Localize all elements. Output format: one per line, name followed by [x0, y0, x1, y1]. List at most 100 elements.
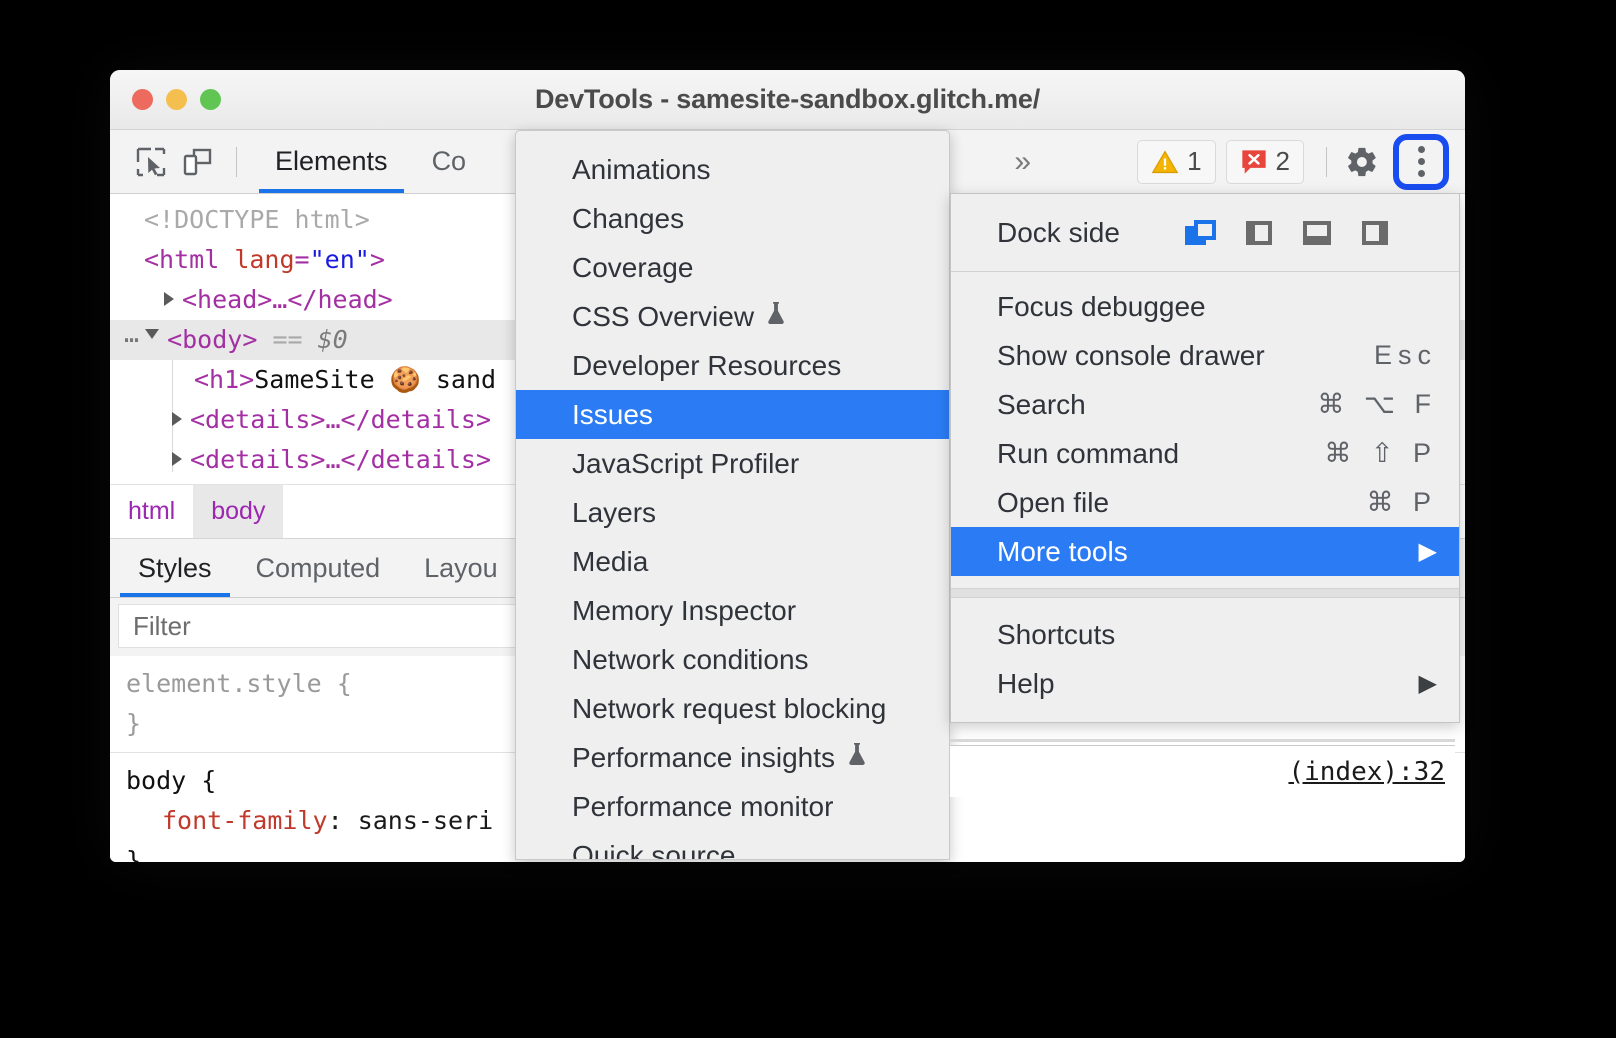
- error-count-badge[interactable]: 2: [1226, 140, 1304, 184]
- dock-side-label: Dock side: [997, 217, 1120, 249]
- dock-right-icon[interactable]: [1346, 211, 1404, 255]
- chevron-right-icon-help: ▶: [1419, 669, 1437, 698]
- css-close-brace-0: }: [126, 709, 141, 738]
- warning-icon: [1151, 148, 1179, 176]
- menu-item-network-request-blocking[interactable]: Network request blocking: [516, 684, 949, 733]
- undock-icon[interactable]: [1172, 211, 1230, 255]
- menu-item-media-label: Media: [572, 546, 648, 578]
- menu-item-search[interactable]: Search ⌘ ⌥ F: [951, 380, 1459, 429]
- css-value-font-family[interactable]: sans-seri: [358, 806, 493, 835]
- overflow-chevron-icon[interactable]: »: [1014, 147, 1031, 177]
- menu-item-shortcuts[interactable]: Shortcuts: [951, 610, 1459, 659]
- window-title: DevTools - samesite-sandbox.glitch.me/: [110, 84, 1465, 115]
- menu-item-css-overview[interactable]: CSS Overview: [516, 292, 949, 341]
- menu-item-issues[interactable]: Issues: [516, 390, 949, 439]
- tab-computed[interactable]: Computed: [234, 539, 403, 597]
- dom-h1-open: <h1>: [194, 365, 254, 394]
- menu-item-network-conditions-label: Network conditions: [572, 644, 809, 676]
- tab-console[interactable]: Co: [410, 130, 489, 193]
- toolbar-divider-2: [1326, 147, 1327, 177]
- menu-item-network-request-blocking-label: Network request blocking: [572, 693, 886, 725]
- menu-item-changes-label: Changes: [572, 203, 684, 235]
- menu-item-quick-source[interactable]: Quick source: [516, 831, 949, 860]
- menu-item-help[interactable]: Help ▶: [951, 659, 1459, 708]
- panel-tabs: Elements Co: [253, 130, 488, 193]
- warning-count-badge[interactable]: 1: [1137, 140, 1215, 184]
- tab-layout[interactable]: Layou: [402, 539, 520, 597]
- menu-item-animations[interactable]: Animations: [516, 145, 949, 194]
- menu-item-show-console-drawer[interactable]: Show console drawer Esc: [951, 331, 1459, 380]
- menu-item-focus-debuggee[interactable]: Focus debuggee: [951, 282, 1459, 331]
- expand-triangle-icon[interactable]: [172, 412, 182, 426]
- menu-item-issues-label: Issues: [572, 399, 653, 431]
- dom-html-close-bracket: >: [370, 245, 385, 274]
- menu-item-open-file[interactable]: Open file ⌘ P: [951, 478, 1459, 527]
- focus-highlight-ring: [1393, 134, 1449, 190]
- css-selector-element-style: element.style {: [126, 669, 352, 698]
- source-link[interactable]: (index):32: [1288, 757, 1445, 787]
- tab-elements-label: Elements: [275, 146, 388, 177]
- menu-item-coverage[interactable]: Coverage: [516, 243, 949, 292]
- tab-console-label: Co: [432, 146, 467, 177]
- menu-item-memory-inspector[interactable]: Memory Inspector: [516, 586, 949, 635]
- menu-item-developer-resources[interactable]: Developer Resources: [516, 341, 949, 390]
- toolbar-divider: [236, 147, 237, 177]
- menu-item-changes[interactable]: Changes: [516, 194, 949, 243]
- dock-bottom-icon[interactable]: [1288, 211, 1346, 255]
- collapse-triangle-icon[interactable]: [145, 329, 159, 346]
- menu-item-quick-source-label: Quick source: [572, 840, 735, 861]
- dock-left-icon[interactable]: [1230, 211, 1288, 255]
- breadcrumb-item-html[interactable]: html: [110, 485, 193, 538]
- menu-item-more-tools[interactable]: More tools ▶: [951, 527, 1459, 576]
- menu-item-open-file-label: Open file: [997, 487, 1109, 519]
- screenshot-stage: DevTools - samesite-sandbox.glitch.me/ E…: [0, 0, 1616, 1038]
- menu-item-coverage-label: Coverage: [572, 252, 693, 284]
- menu-item-shortcuts-label: Shortcuts: [997, 619, 1115, 651]
- menu-item-media[interactable]: Media: [516, 537, 949, 586]
- dom-badge-ellipsis[interactable]: ⋯: [124, 325, 141, 354]
- main-menu-group-1: Focus debuggee Show console drawer Esc S…: [951, 272, 1459, 588]
- inspect-cursor-icon[interactable]: [128, 139, 174, 185]
- menu-item-layers[interactable]: Layers: [516, 488, 949, 537]
- menu-item-network-conditions[interactable]: Network conditions: [516, 635, 949, 684]
- styles-filter-placeholder: Filter: [133, 611, 191, 642]
- menu-item-run-command-shortcut: ⌘ ⇧ P: [1324, 438, 1437, 469]
- dom-html-attr-value: "en": [310, 245, 370, 274]
- device-toolbar-icon[interactable]: [174, 139, 220, 185]
- menu-item-performance-monitor[interactable]: Performance monitor: [516, 782, 949, 831]
- menu-item-performance-insights[interactable]: Performance insights: [516, 733, 949, 782]
- console-source-footer: (index):32: [950, 745, 1455, 797]
- experimental-flask-icon: [764, 300, 788, 333]
- experimental-flask-icon: [845, 741, 869, 774]
- css-property-font-family[interactable]: font-family: [126, 806, 328, 835]
- breadcrumb-item-body[interactable]: body: [193, 485, 283, 538]
- toolbar-right-group: » 1 2: [1014, 130, 1465, 193]
- more-options-button[interactable]: [1393, 134, 1449, 190]
- menu-item-animations-label: Animations: [572, 154, 711, 186]
- tab-styles-label: Styles: [138, 553, 212, 584]
- css-selector-body: body {: [126, 766, 216, 795]
- menu-item-search-label: Search: [997, 389, 1086, 421]
- more-tools-submenu: Animations Changes Coverage CSS Overview…: [515, 130, 950, 860]
- menu-item-javascript-profiler[interactable]: JavaScript Profiler: [516, 439, 949, 488]
- menu-item-focus-debuggee-label: Focus debuggee: [997, 291, 1206, 323]
- expand-triangle-icon[interactable]: [164, 292, 174, 306]
- dom-html-attr-eq: =: [295, 245, 310, 274]
- footer-divider: [950, 739, 1455, 742]
- menu-item-run-command[interactable]: Run command ⌘ ⇧ P: [951, 429, 1459, 478]
- menu-item-memory-inspector-label: Memory Inspector: [572, 595, 796, 627]
- expand-triangle-icon[interactable]: [172, 452, 182, 466]
- menu-item-search-shortcut: ⌘ ⌥ F: [1317, 389, 1437, 420]
- dom-body-eq: ==: [272, 325, 302, 354]
- dom-head-tag: <head>…</head>: [182, 285, 393, 314]
- main-options-menu: Dock side: [950, 193, 1460, 723]
- tab-styles[interactable]: Styles: [116, 539, 234, 597]
- tab-elements[interactable]: Elements: [253, 130, 410, 193]
- dom-body-dollar-ref: $0: [318, 325, 348, 354]
- css-close-brace-1: }: [126, 846, 141, 862]
- menu-item-show-console-drawer-label: Show console drawer: [997, 340, 1265, 372]
- menu-item-developer-resources-label: Developer Resources: [572, 350, 841, 382]
- dom-doctype-text: <!DOCTYPE html>: [144, 205, 370, 234]
- window-titlebar: DevTools - samesite-sandbox.glitch.me/: [110, 70, 1465, 130]
- gear-icon[interactable]: [1339, 139, 1385, 185]
